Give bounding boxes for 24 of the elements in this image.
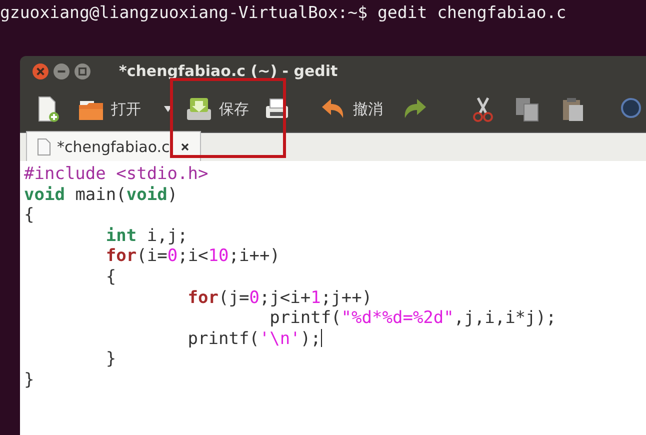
- download-drive-icon: [185, 95, 213, 123]
- document-icon: [37, 138, 51, 156]
- code-editor[interactable]: #include <stdio.h> void main(void) { int i,j; for(i=0;i<10;i++) { for(j=0;j<i+1;j++) printf("%d*%d=%2d",j,i,i*j); printf('\n'); } }: [20, 161, 646, 435]
- code-line: }: [104, 349, 118, 370]
- document-tab[interactable]: *chengfabiao.c: [26, 131, 201, 161]
- code-line: printf('\n');: [186, 328, 323, 350]
- minimize-icon[interactable]: [53, 62, 70, 80]
- copy-icon: [513, 95, 541, 123]
- caret-icon[interactable]: [164, 106, 172, 112]
- window-title: *chengfabiao.c (~) - gedit: [119, 62, 338, 80]
- code-line: {: [104, 266, 118, 288]
- open-button[interactable]: 打开: [72, 92, 146, 126]
- maximize-icon[interactable]: [74, 62, 91, 80]
- code-line: int i,j;: [104, 226, 189, 246]
- code-line: void main(void): [24, 184, 179, 206]
- code-line: for(i=0;i<10;i++): [104, 246, 281, 267]
- code-line: {: [24, 205, 36, 226]
- terminal-command-line: gzuoxiang@liangzuoxiang-VirtualBox:~$ gedit chengfabiao.c: [0, 2, 568, 22]
- code-line: for(j=0;j<i+1;j++): [186, 288, 374, 308]
- undo-button[interactable]: 撤消: [314, 92, 388, 126]
- code-line: #include <stdio.h>: [24, 164, 210, 185]
- code-line: }: [24, 370, 36, 391]
- close-icon[interactable]: [180, 142, 190, 152]
- code-line: printf("%d*%d=%2d",j,i,i*j);: [268, 308, 558, 329]
